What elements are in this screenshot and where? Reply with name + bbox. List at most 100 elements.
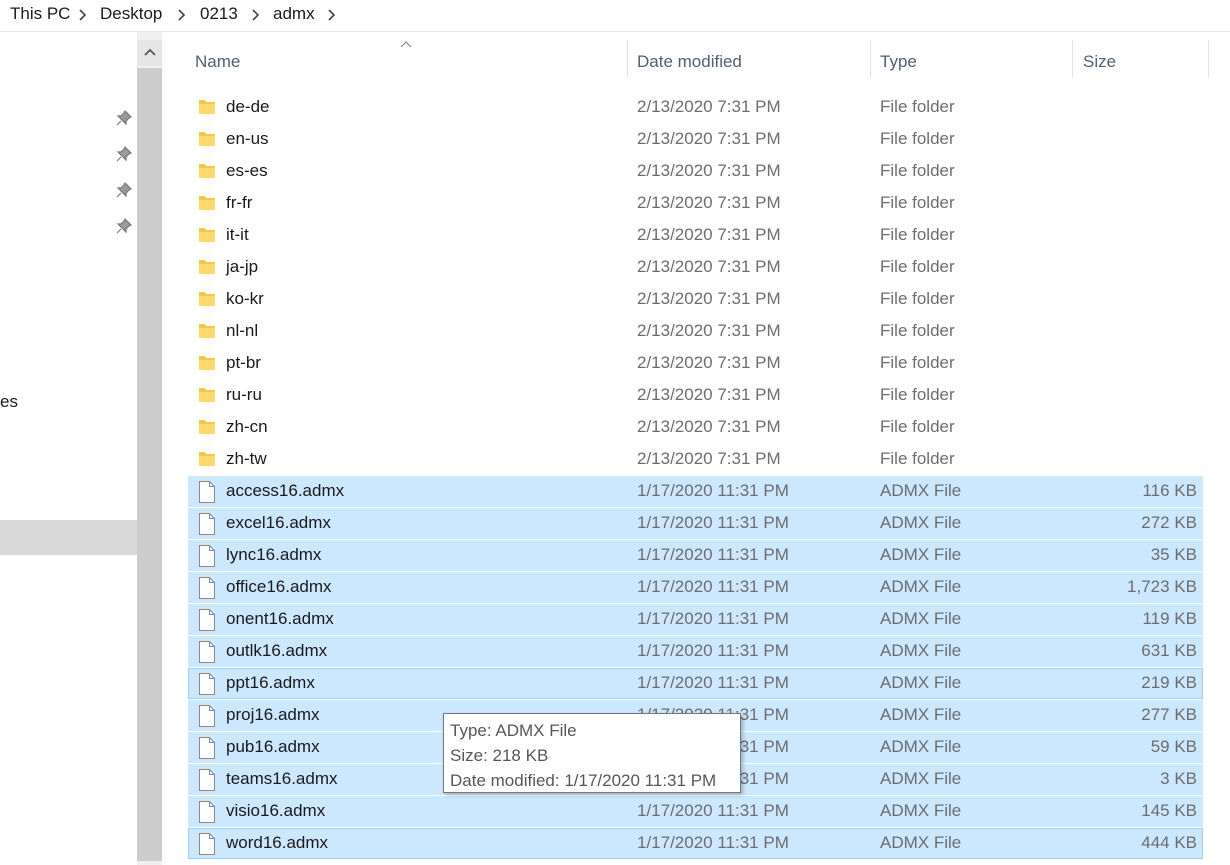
file-type: File folder — [880, 321, 955, 340]
scrollbar-thumb[interactable] — [137, 68, 162, 861]
file-name: es-es — [226, 161, 268, 180]
chevron-right-icon[interactable] — [249, 4, 263, 26]
file-size: 59 KB — [1150, 737, 1197, 756]
breadcrumb-this-pc[interactable]: This PC — [10, 4, 70, 24]
file-icon — [198, 769, 216, 791]
file-date: 2/13/2020 7:31 PM — [637, 385, 781, 404]
list-item[interactable]: ja-jp 2/13/2020 7:31 PM File folder — [188, 252, 1203, 283]
file-type: File folder — [880, 193, 955, 212]
file-type: File folder — [880, 449, 955, 468]
list-item[interactable]: nl-nl 2/13/2020 7:31 PM File folder — [188, 316, 1203, 347]
file-name: lync16.admx — [226, 545, 322, 564]
file-name: office16.admx — [226, 577, 332, 596]
column-divider[interactable] — [1208, 40, 1209, 78]
file-icon — [198, 577, 216, 599]
list-item[interactable]: ppt16.admx 1/17/2020 11:31 PM ADMX File 219… — [188, 668, 1203, 699]
file-type: File folder — [880, 385, 955, 404]
pin-icon[interactable] — [116, 145, 133, 162]
file-size: 145 KB — [1141, 801, 1197, 820]
file-type: ADMX File — [880, 769, 962, 788]
nav-scrollbar[interactable] — [137, 32, 162, 865]
file-date: 2/13/2020 7:31 PM — [637, 257, 781, 276]
file-date: 2/13/2020 7:31 PM — [637, 321, 781, 340]
column-header-size-label: Size — [1083, 52, 1117, 71]
file-type: File folder — [880, 129, 955, 148]
file-date: 1/17/2020 11:31 PM — [637, 577, 789, 596]
column-header-size[interactable]: Size — [1073, 32, 1209, 92]
folder-icon — [198, 417, 216, 437]
file-name: pt-br — [226, 353, 261, 372]
file-name: visio16.admx — [226, 801, 326, 820]
chevron-right-icon[interactable] — [175, 4, 189, 26]
list-item[interactable]: it-it 2/13/2020 7:31 PM File folder — [188, 220, 1203, 251]
file-type: File folder — [880, 257, 955, 276]
column-header-name[interactable]: Name — [188, 32, 628, 92]
chevron-up-icon — [143, 48, 156, 56]
list-item[interactable]: visio16.admx 1/17/2020 11:31 PM ADMX File 1… — [188, 796, 1203, 827]
list-item[interactable]: word16.admx 1/17/2020 11:31 PM ADMX File 44… — [188, 828, 1203, 859]
list-item[interactable]: zh-tw 2/13/2020 7:31 PM File folder — [188, 444, 1203, 475]
scroll-up-button[interactable] — [137, 40, 162, 66]
list-item[interactable]: pt-br 2/13/2020 7:31 PM File folder — [188, 348, 1203, 379]
file-icon — [198, 481, 216, 503]
file-size: 119 KB — [1142, 609, 1197, 628]
file-name: it-it — [226, 225, 249, 244]
list-item[interactable]: access16.admx 1/17/2020 11:31 PM ADMX File… — [188, 476, 1203, 507]
file-date: 1/17/2020 11:31 PM — [637, 801, 789, 820]
nav-item-selected[interactable] — [0, 520, 137, 555]
file-name: ru-ru — [226, 385, 262, 404]
pin-icon[interactable] — [116, 181, 133, 198]
file-date: 2/13/2020 7:31 PM — [637, 417, 781, 436]
folder-icon — [198, 225, 216, 245]
list-item[interactable]: office16.admx 1/17/2020 11:31 PM ADMX File… — [188, 572, 1203, 603]
column-header-name-label: Name — [195, 52, 241, 71]
file-size: 35 KB — [1150, 545, 1197, 564]
nav-item-fragment[interactable]: es — [0, 392, 18, 412]
list-item[interactable]: outlk16.admx 1/17/2020 11:31 PM ADMX File 6… — [188, 636, 1203, 667]
column-header-date-label: Date modified — [637, 52, 742, 71]
chevron-right-icon[interactable] — [325, 4, 339, 26]
list-item[interactable]: es-es 2/13/2020 7:31 PM File folder — [188, 156, 1203, 187]
file-type: ADMX File — [880, 513, 962, 532]
file-type: File folder — [880, 97, 955, 116]
tooltip-date: Date modified: 1/17/2020 11:31 PM — [450, 771, 717, 790]
list-item[interactable]: zh-cn 2/13/2020 7:31 PM File folder — [188, 412, 1203, 443]
file-type: ADMX File — [880, 609, 962, 628]
pin-icon[interactable] — [116, 217, 133, 234]
list-item[interactable]: ru-ru 2/13/2020 7:31 PM File folder — [188, 380, 1203, 411]
address-bar[interactable]: This PC Desktop 0213 admx — [0, 0, 1230, 32]
list-item[interactable]: ko-kr 2/13/2020 7:31 PM File folder — [188, 284, 1203, 315]
file-date: 1/17/2020 11:31 PM — [637, 545, 789, 564]
breadcrumb-0213[interactable]: 0213 — [200, 4, 238, 24]
breadcrumb-admx[interactable]: admx — [273, 4, 315, 24]
file-size: 116 KB — [1142, 481, 1197, 500]
file-type: File folder — [880, 225, 955, 244]
file-size: 277 KB — [1141, 705, 1197, 724]
file-type: File folder — [880, 353, 955, 372]
list-item[interactable]: excel16.admx 1/17/2020 11:31 PM ADMX File 2… — [188, 508, 1203, 539]
column-header-date[interactable]: Date modified — [628, 32, 870, 92]
list-item[interactable]: en-us 2/13/2020 7:31 PM File folder — [188, 124, 1203, 155]
file-name: outlk16.admx — [226, 641, 328, 660]
pin-icon[interactable] — [116, 109, 133, 126]
file-name: fr-fr — [226, 193, 253, 212]
column-header-type[interactable]: Type — [871, 32, 1073, 92]
file-icon — [198, 737, 216, 759]
file-type: ADMX File — [880, 577, 962, 596]
file-name: proj16.admx — [226, 705, 320, 724]
list-item[interactable]: fr-fr 2/13/2020 7:31 PM File folder — [188, 188, 1203, 219]
file-icon — [198, 609, 216, 631]
file-tooltip: Type: ADMX File Size: 218 KB Date modifi… — [443, 713, 741, 793]
breadcrumb-desktop[interactable]: Desktop — [100, 4, 162, 24]
file-icon — [198, 641, 216, 663]
chevron-right-icon[interactable] — [76, 4, 90, 26]
file-name: ppt16.admx — [226, 673, 315, 692]
file-type: File folder — [880, 417, 955, 436]
list-item[interactable]: onent16.admx 1/17/2020 11:31 PM ADMX File 1… — [188, 604, 1203, 635]
folder-icon — [198, 257, 216, 277]
file-type: ADMX File — [880, 673, 962, 692]
sort-ascending-icon — [400, 41, 412, 48]
file-date: 2/13/2020 7:31 PM — [637, 289, 781, 308]
list-item[interactable]: de-de 2/13/2020 7:31 PM File folder — [188, 92, 1203, 123]
list-item[interactable]: lync16.admx 1/17/2020 11:31 PM ADMX File 35… — [188, 540, 1203, 571]
